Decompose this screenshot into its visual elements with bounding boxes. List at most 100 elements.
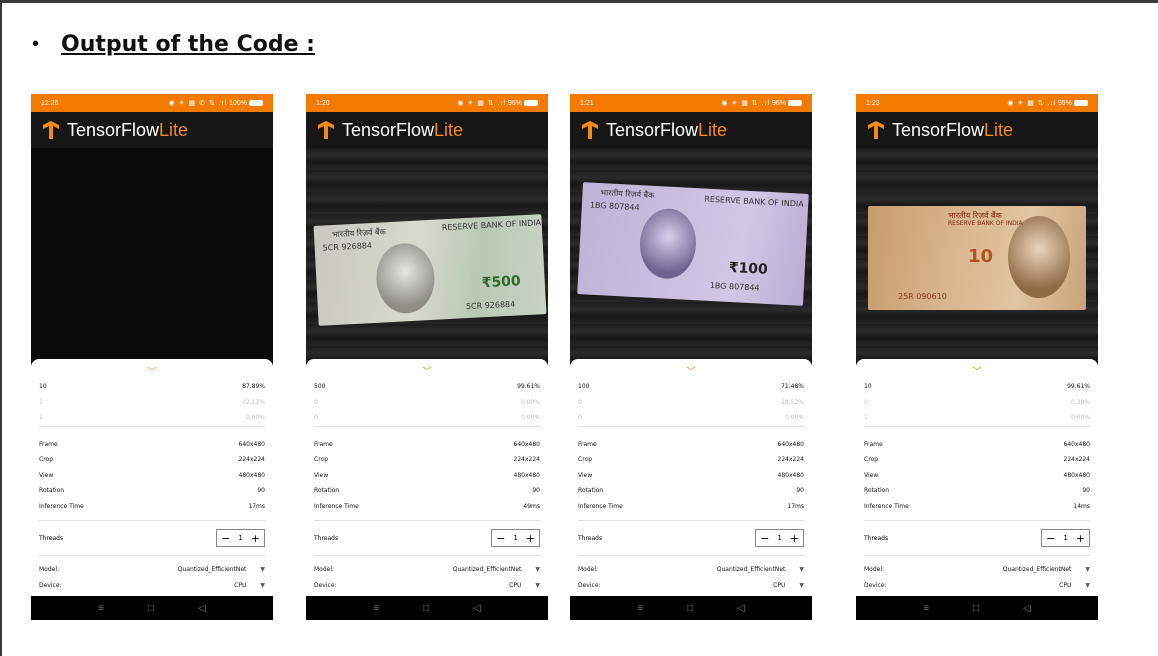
inference-row: Inference Time 17ms <box>578 499 804 515</box>
threads-stepper[interactable]: − 1 + <box>1041 529 1090 547</box>
back-icon[interactable]: ◁ <box>737 603 745 614</box>
chevron-down-icon[interactable]: ﹀ <box>686 363 696 378</box>
result-score: 0.00% <box>245 413 265 421</box>
threads-stepper[interactable]: − 1 + <box>491 529 540 547</box>
dropdown-arrow-icon[interactable]: ▼ <box>535 582 540 589</box>
camera-preview <box>31 148 273 367</box>
dropdown-arrow-icon[interactable]: ▼ <box>260 566 265 573</box>
result-row-2: 1 12.11% <box>39 395 265 410</box>
result-score: 28.52% <box>781 398 804 406</box>
status-bar: 1:20 ◉ ✦ ▦ ⇅ .ıl 96% <box>306 94 548 112</box>
menu-icon[interactable]: ≡ <box>373 603 379 614</box>
menu-icon[interactable]: ≡ <box>98 603 104 614</box>
minus-icon[interactable]: − <box>492 532 509 545</box>
crop-row: Crop 224x224 <box>314 452 540 468</box>
status-icons-glyphs: ◉ ✦ ▦ ⇅ .ıl <box>457 100 507 107</box>
inference-value: 17ms <box>248 502 265 510</box>
frame-row: Frame 640x480 <box>864 437 1090 453</box>
battery-icon <box>524 100 538 107</box>
result-label: 0 <box>314 398 318 406</box>
result-label: 500 <box>314 383 326 391</box>
home-icon[interactable]: □ <box>687 603 693 614</box>
camera-preview: भारतीय रिज़र्व बैंक RESERVE BANK OF INDI… <box>306 148 548 367</box>
dropdown-arrow-icon[interactable]: ▼ <box>799 582 804 589</box>
result-label: 0 <box>314 413 318 421</box>
plus-icon[interactable]: + <box>786 532 803 545</box>
device-row: Device: CPU ▼ <box>314 578 540 594</box>
threads-stepper[interactable]: − 1 + <box>755 529 804 547</box>
result-label: 0 <box>578 413 582 421</box>
back-icon[interactable]: ◁ <box>1023 603 1031 614</box>
dropdown-arrow-icon[interactable]: ▼ <box>1085 566 1090 573</box>
home-icon[interactable]: □ <box>148 603 154 614</box>
model-select[interactable]: Quantized_EfficientNet ▼ <box>717 566 804 573</box>
rotation-value: 90 <box>532 487 540 495</box>
view-label: View <box>314 471 329 479</box>
dropdown-arrow-icon[interactable]: ▼ <box>799 566 804 573</box>
model-value: Quantized_EfficientNet <box>177 566 247 574</box>
status-time: 1:20 <box>316 99 330 107</box>
tensorflow-logo-icon <box>582 121 598 139</box>
device-select[interactable]: CPU ▼ <box>234 582 265 589</box>
minus-icon[interactable]: − <box>217 532 234 545</box>
model-row: Model: Quantized_EfficientNet ▼ <box>864 562 1090 578</box>
chevron-down-icon[interactable]: ﹀ <box>972 363 982 378</box>
result-row-1: 10 87.89% <box>39 379 265 395</box>
plus-icon[interactable]: + <box>247 532 264 545</box>
result-label: 10 <box>39 383 47 391</box>
chevron-down-icon[interactable]: ﹀ <box>422 363 432 378</box>
menu-icon[interactable]: ≡ <box>637 603 643 614</box>
result-score: 0.39% <box>1070 398 1090 406</box>
phone-screenshot: 1:20 ◉ ✦ ▦ ⇅ .ıl 96% TensorFlow Lite भारत… <box>306 94 548 620</box>
model-label: Model: <box>864 566 885 574</box>
battery-text: 100% <box>229 100 247 107</box>
menu-icon[interactable]: ≡ <box>923 603 929 614</box>
model-value: Quantized_EfficientNet <box>452 566 522 574</box>
crop-label: Crop <box>314 456 329 464</box>
chevron-down-icon[interactable]: ﹀ <box>147 363 157 378</box>
section-heading: • Output of the Code : <box>32 28 315 60</box>
model-select[interactable]: Quantized_EfficientNet ▼ <box>453 566 540 573</box>
result-row-2: 0 0.39% <box>864 395 1090 410</box>
divider <box>864 555 1090 556</box>
note-hindi: भारतीय रिज़र्व बैंक <box>331 227 386 240</box>
plus-icon[interactable]: + <box>1072 532 1089 545</box>
home-icon[interactable]: □ <box>423 603 429 614</box>
back-icon[interactable]: ◁ <box>198 603 206 614</box>
divider <box>314 555 540 556</box>
plus-icon[interactable]: + <box>522 532 539 545</box>
home-icon[interactable]: □ <box>973 603 979 614</box>
crop-value: 224x224 <box>238 456 265 464</box>
crop-row: Crop 224x224 <box>578 452 804 468</box>
dropdown-arrow-icon[interactable]: ▼ <box>260 582 265 589</box>
view-value: 480x480 <box>1063 471 1090 479</box>
currency-note-100: भारतीय रिज़र्व बैंक RESERVE BANK OF INDI… <box>577 182 809 306</box>
brand-lite: Lite <box>159 119 189 140</box>
battery-icon <box>788 100 802 107</box>
rotation-row: Rotation 90 <box>864 483 1090 499</box>
status-icons-glyphs: ◉ ✦ ▦ ⇅ .ıl <box>1007 100 1057 107</box>
result-label: 1 <box>39 413 43 421</box>
page-top-border <box>0 0 1158 3</box>
dropdown-arrow-icon[interactable]: ▼ <box>535 566 540 573</box>
status-icons-glyphs: ◉ ✦ ▦ ⇅ .ıl <box>721 100 771 107</box>
brand-tensorflow: TensorFlow <box>892 119 985 140</box>
device-select[interactable]: CPU ▼ <box>509 582 540 589</box>
model-select[interactable]: Quantized_EfficientNet ▼ <box>178 566 265 573</box>
back-icon[interactable]: ◁ <box>473 603 481 614</box>
result-row-1: 10 99.61% <box>864 379 1090 395</box>
minus-icon[interactable]: − <box>756 532 773 545</box>
rotation-row: Rotation 90 <box>314 483 540 499</box>
crop-value: 224x224 <box>513 456 540 464</box>
phone-screenshot: 1:21 ◉ ✦ ▦ ⇅ .ıl 96% TensorFlow Lite भारत… <box>570 94 812 620</box>
threads-stepper[interactable]: − 1 + <box>216 529 265 547</box>
dropdown-arrow-icon[interactable]: ▼ <box>1085 582 1090 589</box>
model-select[interactable]: Quantized_EfficientNet ▼ <box>1003 566 1090 573</box>
status-icons: ◉ ✦ ▦ ⇅ .ıl 96% <box>721 99 802 107</box>
minus-icon[interactable]: − <box>1042 532 1059 545</box>
bottom-sheet: ﹀ 500 99.61% 0 0.00% 0 0.00% Frame 640x480 C… <box>306 359 548 620</box>
device-select[interactable]: CPU ▼ <box>773 582 804 589</box>
device-select[interactable]: CPU ▼ <box>1059 582 1090 589</box>
threads-row: Threads − 1 + <box>864 527 1090 549</box>
device-label: Device: <box>578 581 601 589</box>
